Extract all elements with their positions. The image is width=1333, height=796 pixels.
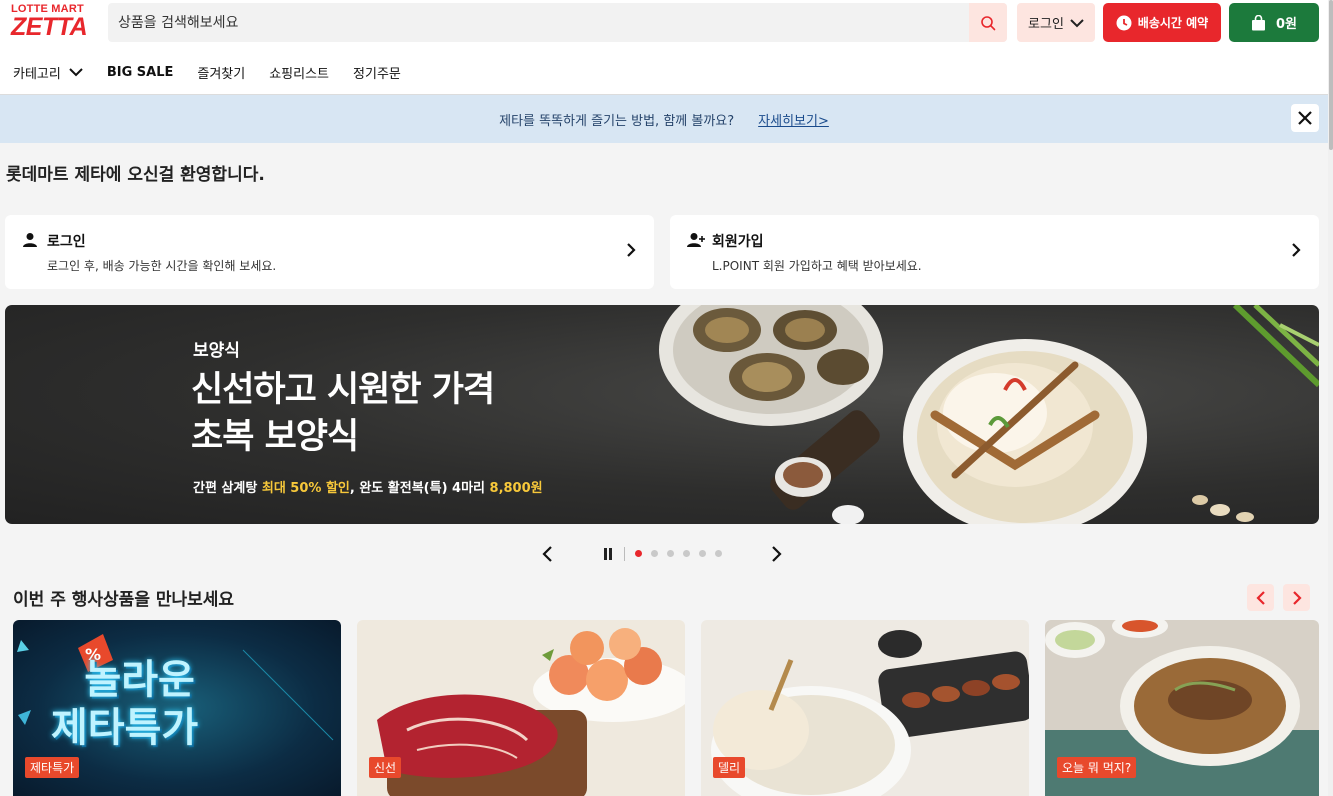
login-dropdown-button[interactable]: 로그인 [1017, 3, 1095, 42]
banner-sub-part3: , 완도 활전복(특) 4마리 [349, 481, 490, 496]
delivery-time-button[interactable]: 배송시간 예약 [1103, 3, 1221, 42]
chevron-right-icon [1292, 243, 1301, 257]
promo-text-line2: 제타특가 [51, 705, 199, 751]
notice-more-link[interactable]: 자세히보기> [758, 110, 829, 129]
product-tag: 제타특가 [25, 757, 80, 778]
slider-divider [624, 547, 625, 561]
slide-dot[interactable] [667, 550, 674, 557]
product-tag: 오늘 뭐 먹지? [1057, 757, 1137, 778]
weekly-deals-title: 이번 주 행사상품을 만나보세요 [13, 590, 235, 610]
scrollbar-thumb[interactable] [1329, 0, 1333, 150]
search-input[interactable] [108, 3, 968, 42]
close-icon [1298, 111, 1312, 125]
promo-headline: 놀라운 제타특가 [51, 656, 198, 752]
notice-text: 제타를 똑똑하게 즐기는 방법, 함께 볼까요? [499, 113, 735, 129]
chevron-left-icon [1255, 590, 1265, 605]
pause-icon[interactable] [603, 548, 613, 560]
slide-dot[interactable] [715, 550, 722, 557]
product-tag: 델리 [713, 757, 746, 778]
beef-peach-image [377, 628, 685, 796]
slide-dot[interactable] [683, 550, 690, 557]
search-button[interactable] [969, 3, 1007, 42]
chevron-right-icon [1292, 590, 1302, 605]
banner-headline-line2: 초복 보양식 [191, 417, 359, 457]
main-nav: 카테고리 BIG SALE 즐겨찾기 쇼핑리스트 정기주문 [13, 62, 425, 82]
shopping-bag-icon [1251, 14, 1265, 30]
login-card-title: 로그인 [47, 234, 86, 250]
next-slide-icon[interactable] [771, 546, 783, 562]
cart-total: 0원 [1275, 17, 1297, 32]
deals-next-button[interactable] [1283, 584, 1310, 611]
login-card-desc: 로그인 후, 배송 가능한 시간을 확인해 보세요. [47, 259, 277, 273]
promo-text-line1: 놀라운 [84, 657, 195, 703]
product-card[interactable]: % 놀라운 제타특가 제타특가 [13, 620, 341, 796]
banner-headline: 신선하고 시원한 가격 초복 보양식 [191, 367, 495, 461]
banner-subtext: 간편 삼계탕 최대 50% 할인, 완도 활전복(특) 4마리 8,800원 [193, 477, 543, 496]
notice-bar: 제타를 똑똑하게 즐기는 방법, 함께 볼까요? 자세히보기> [0, 95, 1328, 143]
nav-shopping-list[interactable]: 쇼핑리스트 [269, 63, 329, 82]
nav-category-label: 카테고리 [13, 66, 61, 82]
nav-big-sale[interactable]: BIG SALE [107, 65, 174, 80]
search-box [108, 3, 1007, 42]
product-card[interactable]: 신선 [357, 620, 685, 796]
nav-category[interactable]: 카테고리 [13, 63, 83, 82]
banner-sub-part1: 간편 삼계탕 [193, 481, 262, 496]
signup-card-desc: L.POINT 회원 가입하고 혜택 받아보세요. [712, 259, 922, 273]
signup-card-title: 회원가입 [712, 234, 764, 250]
chevron-down-icon [1070, 18, 1084, 27]
banner-slider-controls [538, 543, 788, 565]
cart-button[interactable]: 0원 [1229, 3, 1319, 42]
nav-subscription[interactable]: 정기주문 [353, 63, 401, 82]
login-label: 로그인 [1028, 17, 1064, 32]
logo-main-text: ZETTA [11, 13, 88, 41]
chevron-down-icon [69, 68, 83, 77]
hero-banner[interactable]: 보양식 신선하고 시원한 가격 초복 보양식 간편 삼계탕 최대 50% 할인,… [5, 305, 1319, 524]
welcome-heading: 롯데마트 제타에 오신걸 환영합니다. [6, 165, 265, 185]
samgyetang-image [711, 630, 1029, 796]
product-card[interactable]: 델리 [701, 620, 1029, 796]
user-icon [23, 233, 37, 247]
banner-price: 8,800원 [489, 481, 543, 496]
header: LOTTE MART ZETTA 로그인 배송시간 예약 0원 카테고리 BIG… [0, 0, 1328, 95]
delivery-label: 배송시간 예약 [1137, 16, 1209, 30]
signup-card[interactable]: 회원가입 L.POINT 회원 가입하고 혜택 받아보세요. [670, 215, 1319, 289]
nav-favorites[interactable]: 즐겨찾기 [197, 63, 245, 82]
banner-category: 보양식 [193, 341, 240, 361]
login-card[interactable]: 로그인 로그인 후, 배송 가능한 시간을 확인해 보세요. [5, 215, 654, 289]
zetta-logo[interactable]: LOTTE MART ZETTA [11, 3, 93, 41]
deals-prev-button[interactable] [1247, 584, 1274, 611]
notice-close-button[interactable] [1291, 104, 1319, 132]
slide-dot[interactable] [699, 550, 706, 557]
slide-dot[interactable] [651, 550, 658, 557]
banner-discount: 최대 50% 할인 [261, 481, 350, 496]
user-add-icon [687, 233, 705, 247]
banner-headline-line1: 신선하고 시원한 가격 [191, 370, 495, 410]
search-icon [981, 15, 996, 30]
clock-icon [1116, 15, 1132, 30]
prev-slide-icon[interactable] [541, 546, 553, 562]
slide-dot[interactable] [635, 550, 642, 557]
chevron-right-icon [627, 243, 636, 257]
product-tag: 신선 [369, 757, 402, 778]
product-card[interactable]: 오늘 뭐 먹지? [1045, 620, 1319, 796]
